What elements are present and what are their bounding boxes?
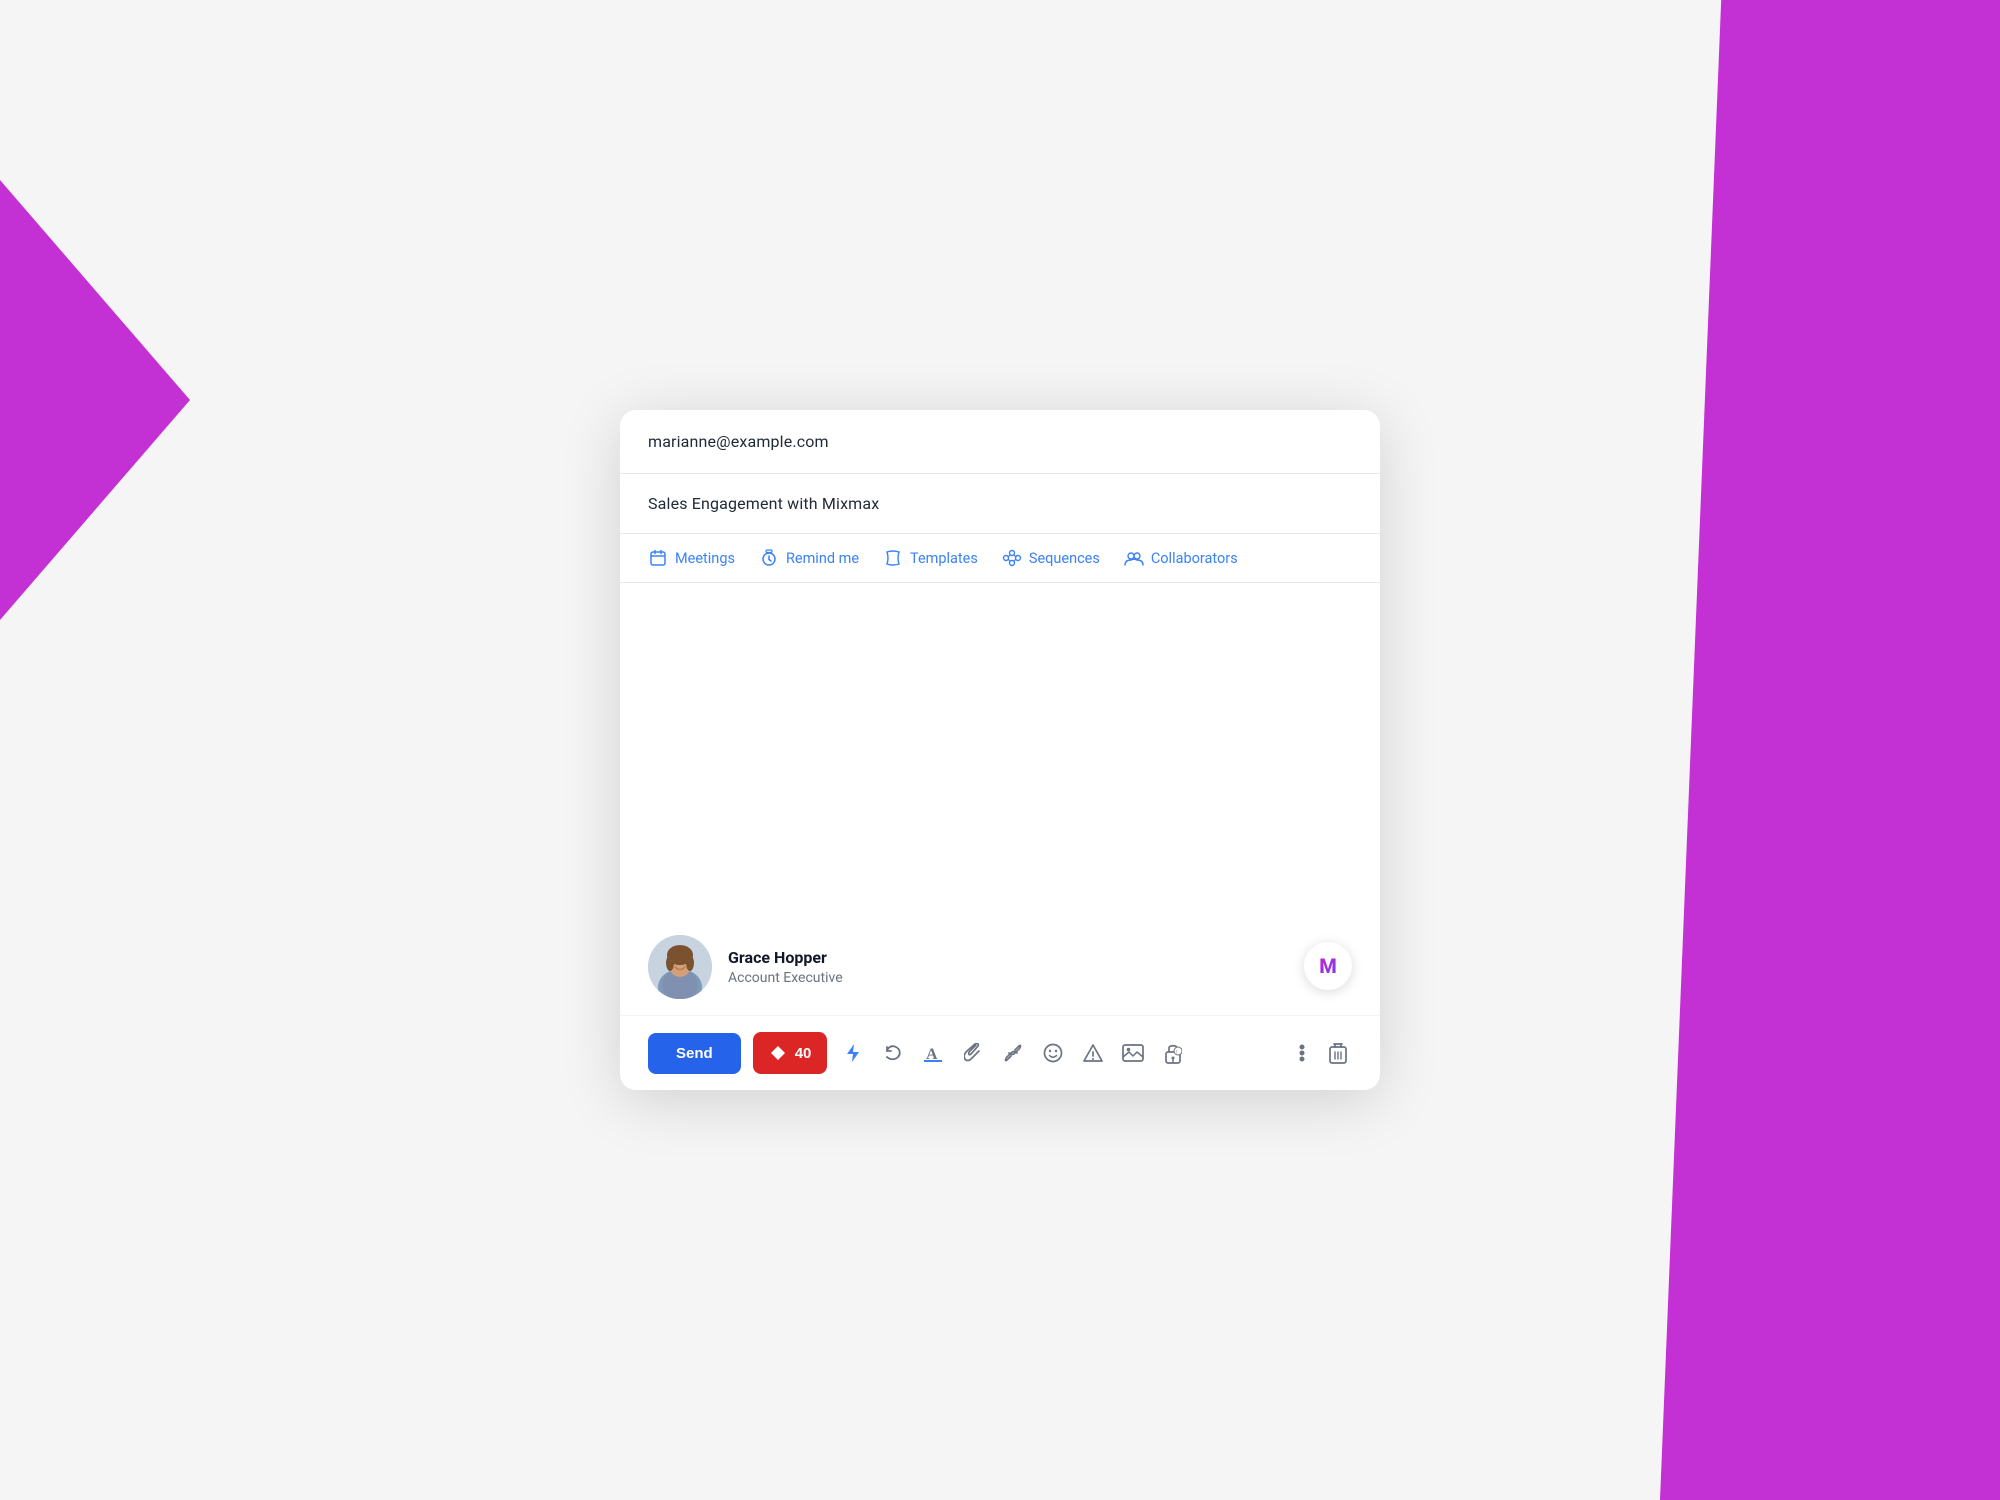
- action-bar: Send 40 A: [620, 1015, 1380, 1090]
- avatar-wrap: [648, 935, 712, 999]
- image-icon[interactable]: [1119, 1039, 1147, 1067]
- clock-icon: [759, 548, 779, 568]
- schedule-count: 40: [795, 1045, 812, 1062]
- bg-shape-right: [1660, 0, 2000, 1500]
- send-button[interactable]: Send: [648, 1033, 741, 1074]
- subject-field[interactable]: Sales Engagement with Mixmax: [620, 474, 1380, 534]
- sequences-label: Sequences: [1029, 550, 1100, 567]
- collaborators-icon: [1124, 548, 1144, 568]
- emoji-icon[interactable]: [1039, 1039, 1067, 1067]
- bolt-icon[interactable]: [839, 1039, 867, 1067]
- bg-shape-left: [0, 180, 190, 620]
- avatar: [648, 935, 712, 999]
- font-icon[interactable]: A: [919, 1039, 947, 1067]
- to-field[interactable]: marianne@example.com: [620, 410, 1380, 474]
- paperclip-icon[interactable]: [959, 1039, 987, 1067]
- toolbar-row: Meetings Remind me Templates: [620, 534, 1380, 583]
- meetings-label: Meetings: [675, 550, 735, 567]
- undo-icon[interactable]: [879, 1039, 907, 1067]
- email-body[interactable]: [620, 583, 1380, 917]
- compose-window: marianne@example.com Sales Engagement wi…: [620, 410, 1380, 1090]
- toolbar-remind[interactable]: Remind me: [759, 548, 859, 568]
- warning-icon[interactable]: [1079, 1039, 1107, 1067]
- person-name: Grace Hopper: [728, 948, 843, 967]
- more-options-icon[interactable]: [1288, 1039, 1316, 1067]
- mixmax-logo: M: [1319, 954, 1337, 978]
- lock-icon[interactable]: !: [1159, 1039, 1187, 1067]
- to-field-value[interactable]: marianne@example.com: [648, 432, 829, 451]
- subject-field-value[interactable]: Sales Engagement with Mixmax: [648, 494, 879, 513]
- svg-text:!: !: [1176, 1050, 1177, 1056]
- right-actions: [1288, 1039, 1352, 1067]
- delete-icon[interactable]: [1324, 1039, 1352, 1067]
- schedule-button[interactable]: 40: [753, 1032, 828, 1074]
- person-section: Grace Hopper Account Executive M: [620, 917, 1380, 1015]
- svg-text:A: A: [926, 1046, 938, 1062]
- toolbar-meetings[interactable]: Meetings: [648, 548, 735, 568]
- toolbar-collaborators[interactable]: Collaborators: [1124, 548, 1238, 568]
- template-icon: [883, 548, 903, 568]
- toolbar-sequences[interactable]: Sequences: [1002, 548, 1100, 568]
- calendar-icon: [648, 548, 668, 568]
- sequences-icon: [1002, 548, 1022, 568]
- link-icon[interactable]: [999, 1039, 1027, 1067]
- mixmax-badge: M: [1304, 942, 1352, 990]
- templates-label: Templates: [910, 550, 978, 567]
- person-info: Grace Hopper Account Executive: [728, 948, 843, 986]
- collaborators-label: Collaborators: [1151, 550, 1238, 567]
- remind-label: Remind me: [786, 550, 859, 567]
- person-title: Account Executive: [728, 970, 843, 986]
- toolbar-templates[interactable]: Templates: [883, 548, 978, 568]
